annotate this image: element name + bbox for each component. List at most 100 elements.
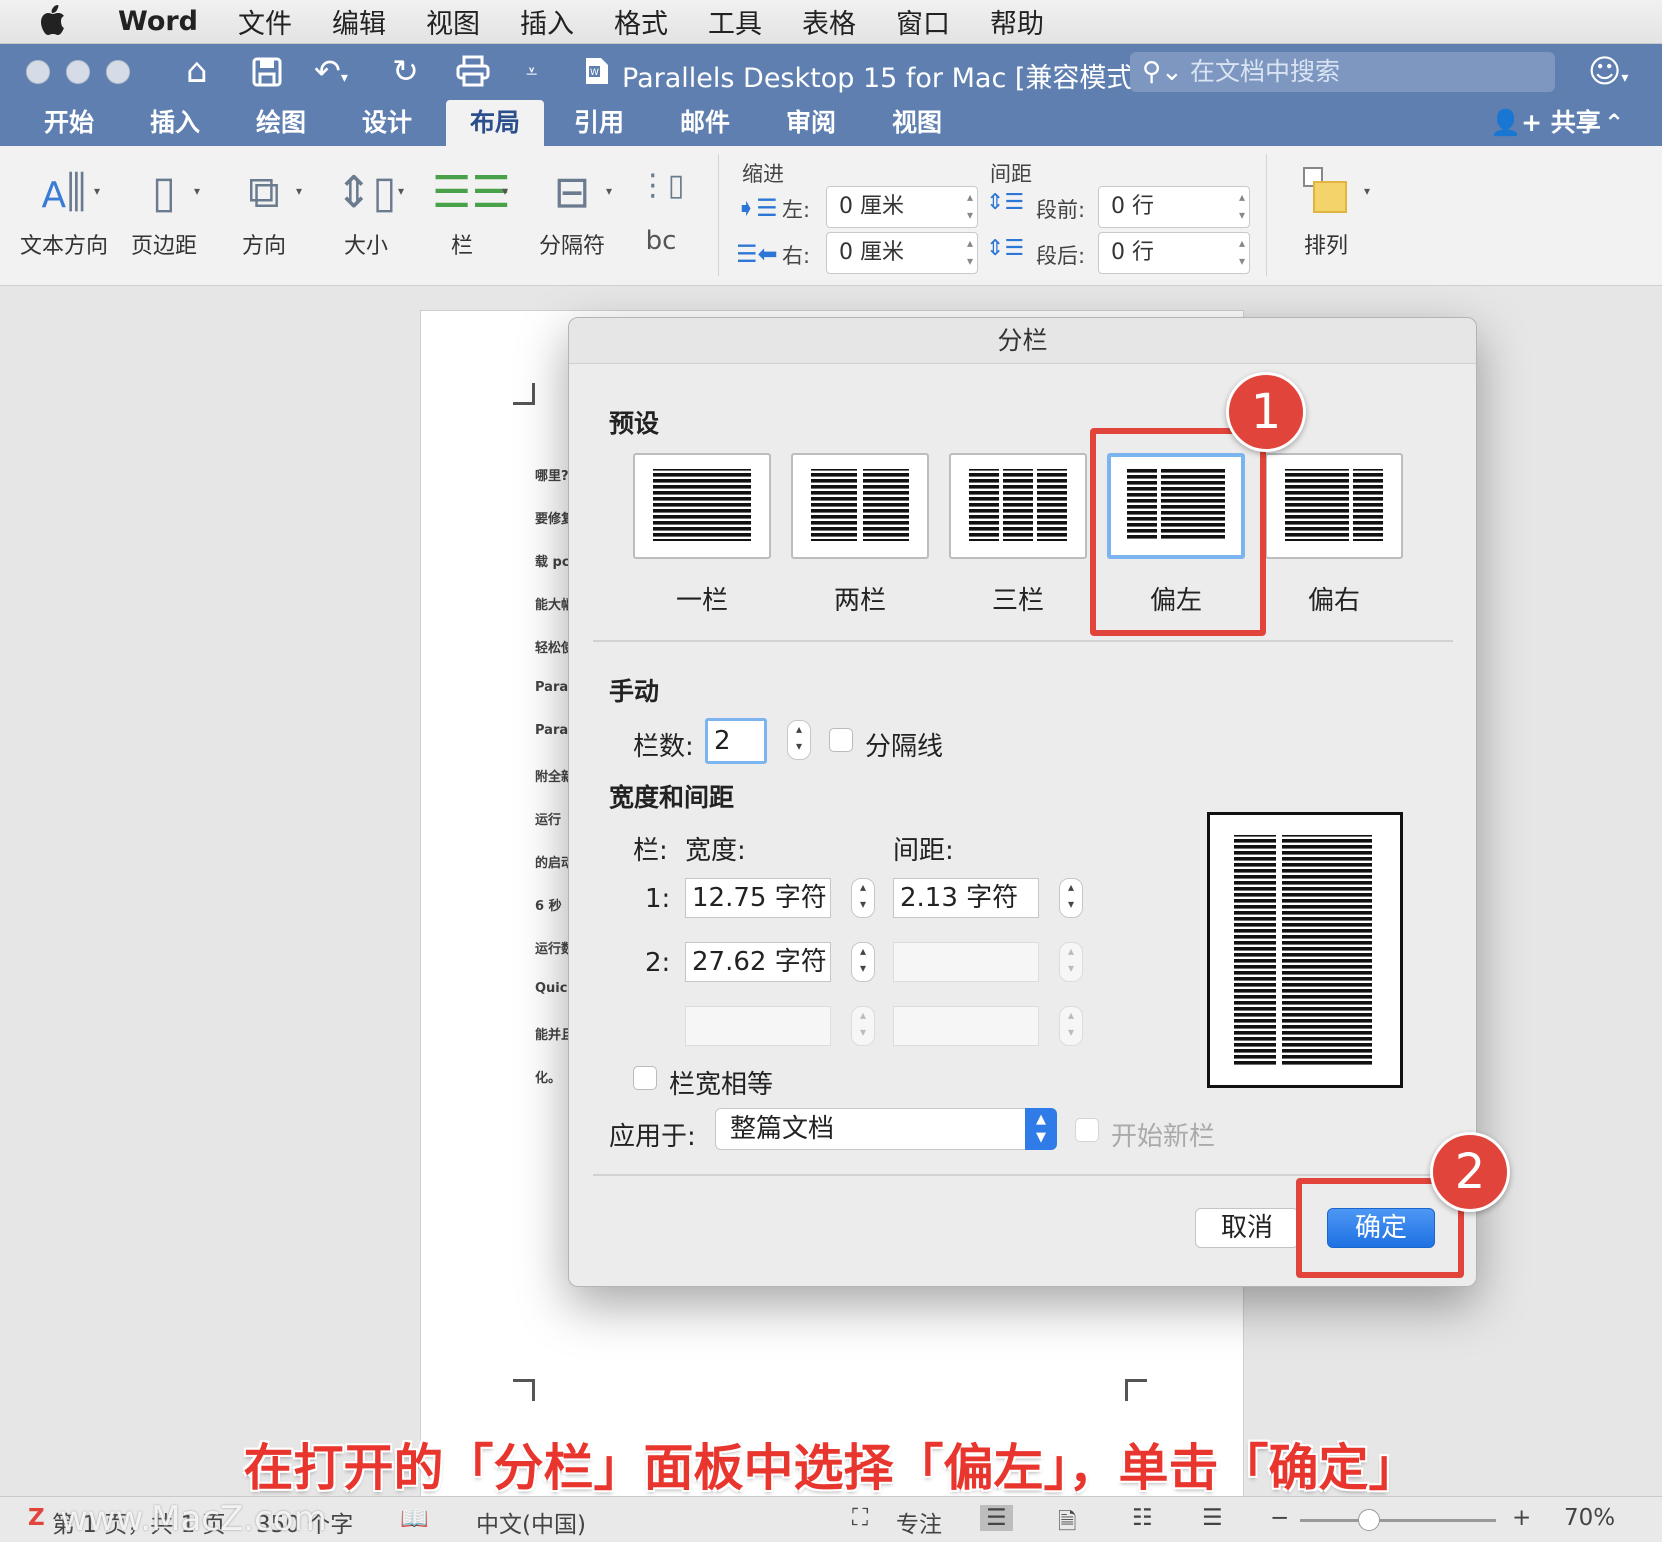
zoom-window-button[interactable] xyxy=(106,60,130,84)
menu-tools[interactable]: 工具 xyxy=(708,2,762,41)
column-1-spacing-input[interactable]: 2.13 字符 xyxy=(893,878,1039,918)
preset-one-column[interactable] xyxy=(633,453,771,559)
row-number: 1: xyxy=(645,884,671,914)
apple-icon[interactable] xyxy=(40,4,66,39)
equal-width-label: 栏宽相等 xyxy=(669,1070,774,1100)
tutorial-caption: 在打开的「分栏」面板中选择「偏左」，单击「确定」 xyxy=(243,1439,1419,1497)
feedback-smiley-icon[interactable]: ☺▾ xyxy=(1588,53,1628,96)
customize-toolbar-icon[interactable]: ⩡ xyxy=(526,53,537,89)
section-divider xyxy=(593,1174,1453,1176)
margin-corner-mark xyxy=(513,383,535,405)
doc-text-line: 化。 xyxy=(535,1071,562,1086)
column-3-spacing-stepper: ▴ ▾ xyxy=(1059,1006,1083,1046)
focus-label[interactable]: 专注 xyxy=(896,1505,942,1539)
share-button[interactable]: 👤+ 共享 xyxy=(1490,100,1601,146)
tab-design[interactable]: 设计 xyxy=(362,100,412,146)
column-1-width-input[interactable]: 12.75 字符 xyxy=(685,878,831,918)
add-person-icon: 👤+ xyxy=(1490,108,1551,137)
tab-draw[interactable]: 绘图 xyxy=(256,100,306,146)
redo-icon[interactable]: ↻ xyxy=(392,53,419,89)
menu-format[interactable]: 格式 xyxy=(614,2,668,41)
menu-window[interactable]: 窗口 xyxy=(896,2,950,41)
menu-insert[interactable]: 插入 xyxy=(520,2,574,41)
web-layout-icon[interactable]: 🗎 xyxy=(1058,1505,1077,1542)
presets-header: 预设 xyxy=(609,409,660,438)
arrange-button[interactable]: 排列 ▾ xyxy=(1290,158,1370,260)
size-button[interactable]: ⇕▯ 大小 ▾ xyxy=(330,158,404,260)
home-icon[interactable]: ⌂ xyxy=(186,53,208,89)
indent-left-input[interactable]: 0 厘米 xyxy=(826,186,978,228)
document-title: Parallels Desktop 15 for Mac [兼容模式] xyxy=(622,63,1144,94)
line-numbers-icon: ⋮▯ xyxy=(637,168,685,203)
menu-table[interactable]: 表格 xyxy=(802,2,856,41)
language[interactable]: 中文(中国) xyxy=(476,1505,586,1539)
minimize-window-button[interactable] xyxy=(66,60,90,84)
word-doc-icon: W xyxy=(584,56,610,93)
preset-label: 三栏 xyxy=(991,586,1044,616)
column-1-spacing-stepper[interactable]: ▴ ▾ xyxy=(1059,878,1083,918)
columns-button[interactable]: ☰☰ 栏 ▾ xyxy=(432,158,511,260)
breaks-button[interactable]: ⊟ 分隔符 ▾ xyxy=(534,158,612,260)
tab-review[interactable]: 审阅 xyxy=(786,100,836,146)
preset-two-columns[interactable] xyxy=(791,453,929,559)
highlight-box-left-preset xyxy=(1090,428,1266,636)
focus-icon[interactable]: ⛶ xyxy=(852,1505,868,1531)
tab-mailings[interactable]: 邮件 xyxy=(680,100,730,146)
column-1-width-stepper[interactable]: ▴ ▾ xyxy=(851,878,875,918)
column-2-width-input[interactable]: 27.62 字符 xyxy=(685,942,831,982)
spacing-header: 间距: xyxy=(893,836,954,866)
tab-insert[interactable]: 插入 xyxy=(150,100,200,146)
line-numbers-button[interactable]: ⋮▯ xyxy=(636,158,686,214)
zoom-level[interactable]: 70% xyxy=(1564,1505,1615,1531)
menu-edit[interactable]: 编辑 xyxy=(332,2,386,41)
menu-help[interactable]: 帮助 xyxy=(990,2,1044,41)
apply-to-select[interactable]: 整篇文档 ▲ ▼ xyxy=(715,1108,1057,1150)
space-after-input[interactable]: 0 行 xyxy=(1098,232,1250,274)
orientation-button[interactable]: ⧉ 方向 ▾ xyxy=(228,158,302,260)
undo-icon[interactable]: ↶▾ xyxy=(314,53,348,96)
columns-count-stepper[interactable]: ▴ ▾ xyxy=(787,720,811,760)
line-between-checkbox[interactable] xyxy=(829,728,853,752)
preset-three-columns[interactable] xyxy=(949,453,1087,559)
proofing-icon[interactable]: 📖 xyxy=(400,1505,429,1532)
tab-view[interactable]: 视图 xyxy=(892,100,942,146)
search-input[interactable]: ⚲⌄ 在文档中搜索 xyxy=(1130,52,1555,92)
hyphenation-button[interactable]: bc xyxy=(636,226,686,256)
zoom-out-icon[interactable]: − xyxy=(1270,1505,1289,1531)
collapse-ribbon-icon[interactable]: ⌃ xyxy=(1604,100,1624,146)
print-layout-icon[interactable]: ☰ xyxy=(980,1505,1013,1531)
indent-right-input[interactable]: 0 厘米 xyxy=(826,232,978,274)
columns-icon: ☰☰ xyxy=(432,167,511,218)
margins-button[interactable]: ▯ 页边距 ▾ xyxy=(128,158,200,260)
menu-view[interactable]: 视图 xyxy=(426,2,480,41)
columns-count-input[interactable]: 2 xyxy=(705,718,767,764)
step-badge-2: 2 xyxy=(1430,1132,1510,1212)
print-icon[interactable] xyxy=(456,53,490,94)
ribbon-layout: A⫼ 文本方向 ▾ ▯ 页边距 ▾ ⧉ 方向 ▾ ⇕▯ 大小 ▾ ☰☰ 栏 ▾ … xyxy=(0,146,1662,286)
save-icon[interactable] xyxy=(252,53,282,94)
cancel-button[interactable]: 取消 xyxy=(1195,1208,1299,1248)
tab-layout[interactable]: 布局 xyxy=(446,100,544,146)
draft-view-icon[interactable]: ☰ xyxy=(1202,1505,1223,1531)
tab-home[interactable]: 开始 xyxy=(44,100,94,146)
outline-view-icon[interactable]: ☷ xyxy=(1132,1505,1153,1531)
column-2-width-stepper[interactable]: ▴ ▾ xyxy=(851,942,875,982)
equal-width-checkbox[interactable] xyxy=(633,1066,657,1090)
tab-references[interactable]: 引用 xyxy=(574,100,624,146)
menu-app-word[interactable]: Word xyxy=(118,6,198,37)
space-before-input[interactable]: 0 行 xyxy=(1098,186,1250,228)
arrange-icon xyxy=(1290,158,1362,228)
spacing-header: 间距 xyxy=(990,162,1032,186)
text-direction-button[interactable]: A⫼ 文本方向 ▾ xyxy=(18,158,110,260)
zoom-slider[interactable] xyxy=(1300,1509,1496,1531)
menu-file[interactable]: 文件 xyxy=(238,2,292,41)
indent-header: 缩进 xyxy=(742,162,784,186)
zoom-slider-thumb[interactable] xyxy=(1358,1509,1380,1531)
preset-right[interactable] xyxy=(1265,453,1403,559)
width-header: 宽度: xyxy=(685,836,746,866)
close-window-button[interactable] xyxy=(26,60,50,84)
space-after-label: 段后: xyxy=(1036,244,1086,268)
col-header: 栏: xyxy=(633,836,668,866)
step-badge-1: 1 xyxy=(1226,372,1306,452)
zoom-in-icon[interactable]: + xyxy=(1512,1505,1531,1531)
